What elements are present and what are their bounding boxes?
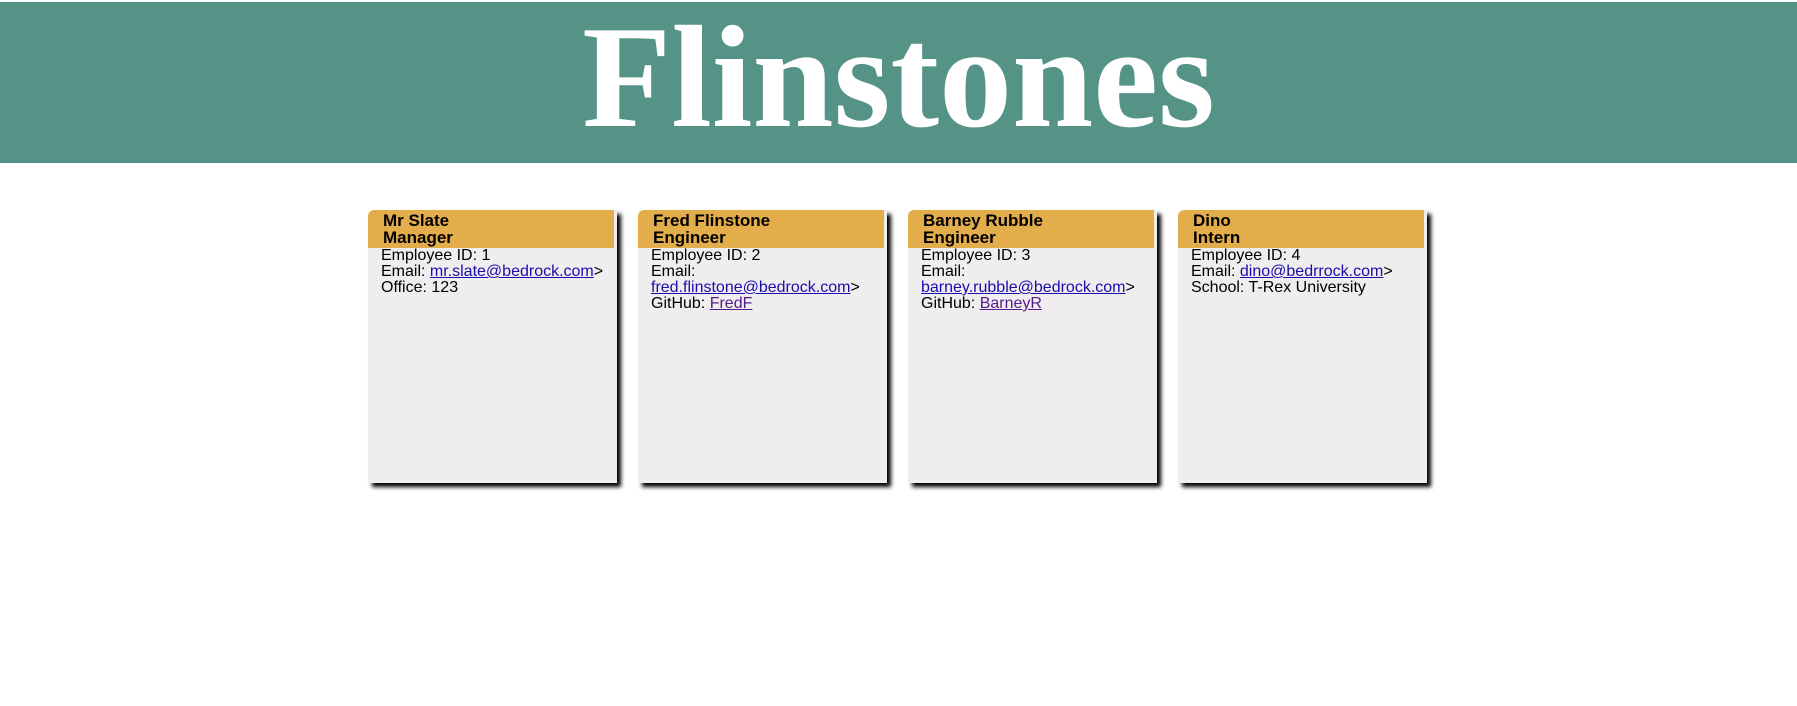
employee-github-label: GitHub: [921,295,976,312]
employee-office-line: Office: 123 [381,280,617,296]
employee-id-value: 4 [1291,247,1301,264]
page-banner: Flinstones [0,2,1797,163]
employee-id-label: Employee ID: [1191,247,1288,264]
employee-github-link[interactable]: FredF [710,295,753,312]
employee-github-line: GitHub: FredF [651,296,887,312]
employee-card-intern: Dino Intern Employee ID: 4 Email: dino@b… [1178,210,1427,483]
employee-id-value: 2 [751,247,761,264]
employee-card-manager: Mr Slate Manager Employee ID: 1 Email: m… [368,210,617,483]
employee-name: Fred Flinstone [653,211,771,230]
employee-email-label: Email: [1191,263,1236,280]
employee-id-line: Employee ID: 2 [651,248,887,264]
employee-email-label-line: Email: [921,264,1157,280]
employee-school-line: School: T-Rex University [1191,280,1427,296]
card-body: Employee ID: 3 Email: barney.rubble@bedr… [908,248,1157,312]
card-header: Dino Intern [1178,210,1424,248]
employee-email-line: barney.rubble@bedrock.com> [921,280,1157,296]
employee-email-label-line: Email: [651,264,887,280]
email-suffix: > [850,279,860,296]
employee-id-line: Employee ID: 3 [921,248,1157,264]
card-header: Barney Rubble Engineer [908,210,1154,248]
employee-email-line: Email: mr.slate@bedrock.com> [381,264,617,280]
employee-github-label: GitHub: [651,295,706,312]
employee-name: Mr Slate [383,211,450,230]
employee-school-value: T-Rex University [1248,279,1366,296]
employee-email-link[interactable]: mr.slate@bedrock.com [430,263,594,280]
employee-school-label: School: [1191,279,1245,296]
employee-office-value: 123 [431,279,459,296]
page-title: Flinstones [582,0,1215,158]
employee-email-link[interactable]: fred.flinstone@bedrock.com [651,279,850,296]
employee-github-link[interactable]: BarneyR [980,295,1042,312]
email-suffix: > [1125,279,1135,296]
employee-cards: Mr Slate Manager Employee ID: 1 Email: m… [368,210,1427,483]
employee-name: Dino [1193,211,1231,230]
employee-role: Manager [383,228,453,247]
employee-id-label: Employee ID: [921,247,1018,264]
employee-name: Barney Rubble [923,211,1043,230]
employee-id-line: Employee ID: 4 [1191,248,1427,264]
employee-email-label: Email: [651,263,696,280]
employee-card-engineer: Barney Rubble Engineer Employee ID: 3 Em… [908,210,1157,483]
employee-github-line: GitHub: BarneyR [921,296,1157,312]
employee-id-value: 1 [481,247,491,264]
card-body: Employee ID: 1 Email: mr.slate@bedrock.c… [368,248,617,296]
employee-id-label: Employee ID: [651,247,748,264]
card-header: Fred Flinstone Engineer [638,210,884,248]
card-header: Mr Slate Manager [368,210,614,248]
email-suffix: > [593,263,604,280]
employee-role: Intern [1193,228,1241,247]
employee-id-line: Employee ID: 1 [381,248,617,264]
employee-email-link[interactable]: barney.rubble@bedrock.com [921,279,1126,296]
employee-email-label: Email: [381,263,426,280]
employee-office-label: Office: [381,279,427,296]
employee-card-engineer: Fred Flinstone Engineer Employee ID: 2 E… [638,210,887,483]
employee-email-label: Email: [921,263,966,280]
employee-email-line: fred.flinstone@bedrock.com> [651,280,887,296]
employee-role: Engineer [653,228,726,247]
employee-role: Engineer [923,228,996,247]
employee-id-value: 3 [1021,247,1031,264]
card-body: Employee ID: 2 Email: fred.flinstone@bed… [638,248,887,312]
employee-id-label: Employee ID: [381,247,478,264]
email-suffix: > [1383,263,1393,280]
card-body: Employee ID: 4 Email: dino@bedrrock.com>… [1178,248,1427,296]
employee-email-link[interactable]: dino@bedrrock.com [1240,263,1383,280]
employee-email-line: Email: dino@bedrrock.com> [1191,264,1427,280]
